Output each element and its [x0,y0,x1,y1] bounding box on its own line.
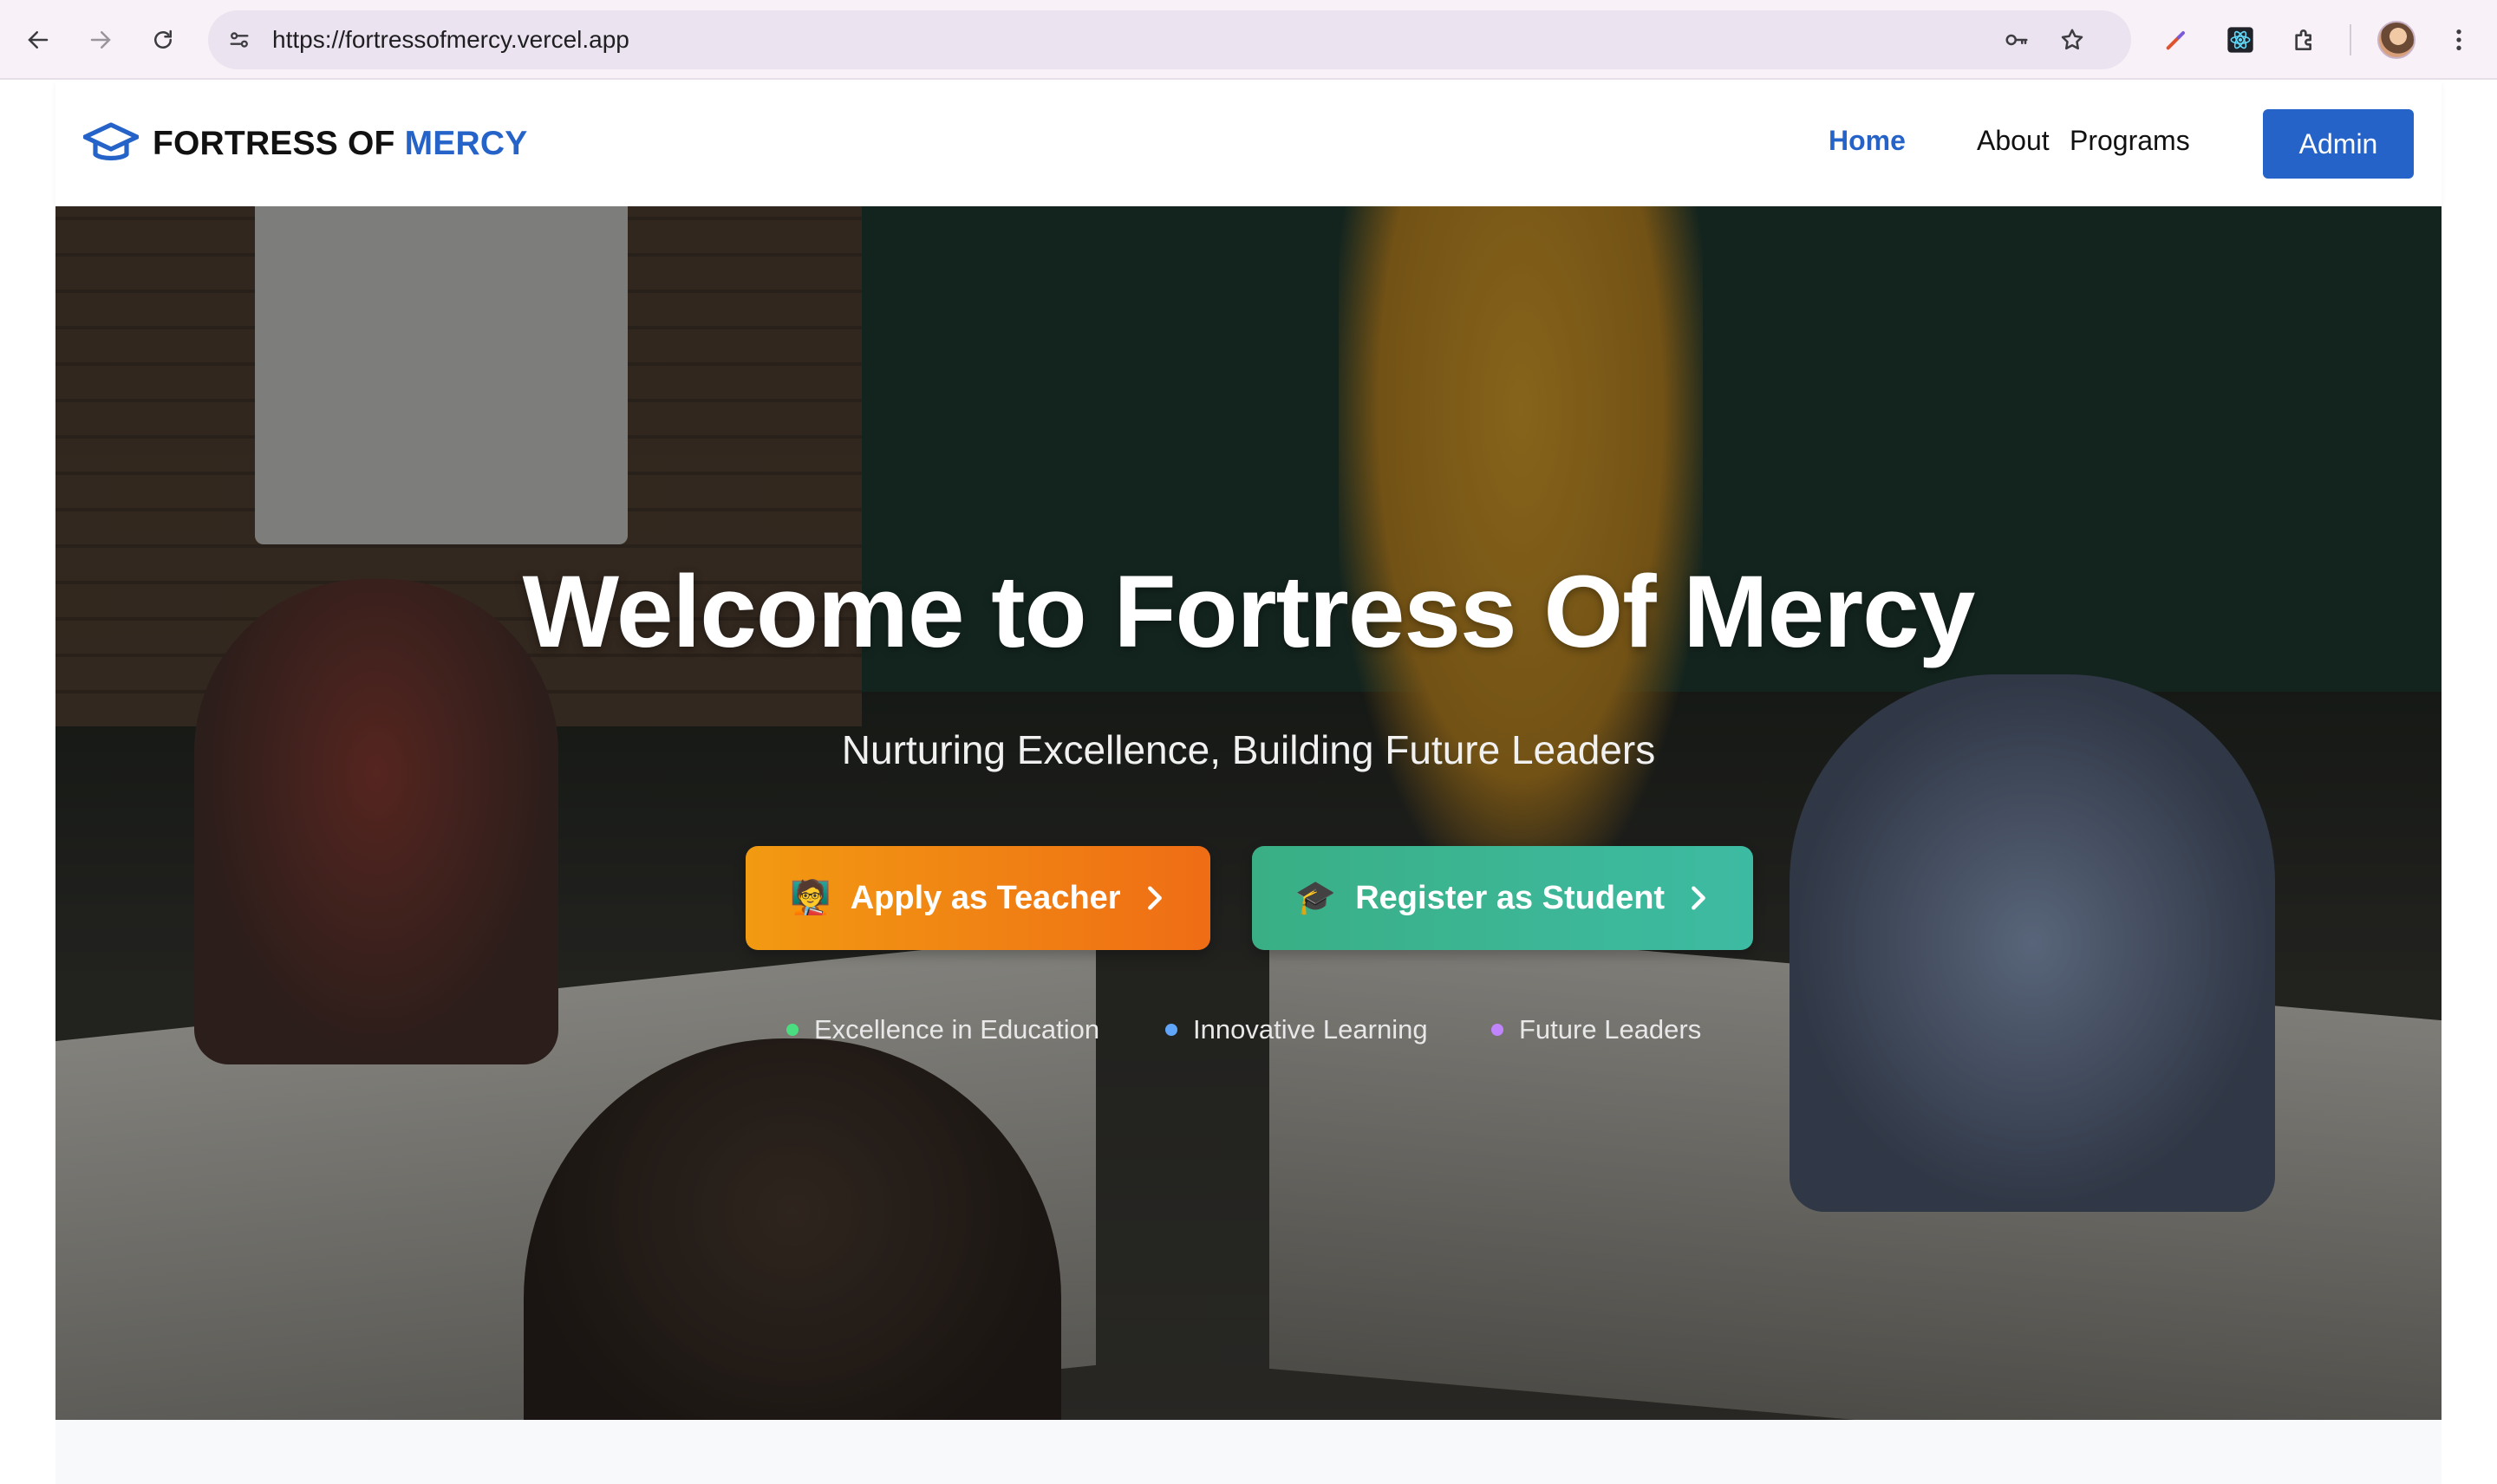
toolbar-divider [2350,24,2351,55]
browser-toolbar: https://fortressofmercy.vercel.app [0,0,2497,80]
forward-icon[interactable] [80,19,121,61]
feature-item: Future Leaders [1491,1004,1701,1056]
profile-avatar[interactable] [2377,21,2416,59]
brand-name: FORTRESS OF MERCY [153,125,527,163]
nav-programs[interactable]: Programs [2070,125,2190,157]
feature-label: Innovative Learning [1193,1014,1428,1045]
chevron-right-icon [1692,886,1705,910]
feature-dot [1491,1024,1503,1036]
url-text[interactable]: https://fortressofmercy.vercel.app [272,10,629,69]
nav-home[interactable]: Home [1829,125,1906,157]
more-icon[interactable] [2440,21,2478,59]
feature-item: Excellence in Education [786,1004,1099,1056]
address-bar[interactable]: https://fortressofmercy.vercel.app [208,10,2131,69]
hero-overlay [55,206,2442,1420]
register-student-button[interactable]: 🎓 Register as Student [1252,846,1753,950]
feature-label: Excellence in Education [814,1014,1100,1045]
reload-icon[interactable] [142,19,184,61]
chevron-right-icon [1147,886,1162,910]
page: FORTRESS OF MERCY Home About Programs Ad… [55,81,2442,1484]
apply-teacher-label: Apply as Teacher [850,879,1121,916]
back-icon[interactable] [17,19,59,61]
hero-title: Welcome to Fortress Of Mercy [522,555,1976,669]
feature-dot [1165,1024,1177,1036]
student-emoji-icon: 🎓 [1294,880,1337,916]
star-icon[interactable] [2055,23,2090,57]
graduation-cap-icon [83,122,139,161]
extensions-icon[interactable] [2285,21,2324,59]
hero-subtitle: Nurturing Excellence, Building Future Le… [841,727,1656,772]
brand-accent: MERCY [404,125,528,162]
apply-teacher-button[interactable]: 🧑‍🏫 Apply as Teacher [746,846,1210,950]
admin-button[interactable]: Admin [2263,109,2414,179]
hero-section: Welcome to Fortress Of Mercy Nurturing E… [55,206,2442,1420]
feature-dot [786,1024,799,1036]
feature-list: Excellence in Education Innovative Learn… [55,1004,2442,1056]
react-devtools-icon[interactable] [2221,21,2259,59]
key-icon[interactable] [1999,23,2034,57]
color-picker-extension-icon[interactable] [2157,21,2195,59]
brand-prefix: FORTRESS OF [153,125,395,162]
site-logo[interactable]: FORTRESS OF MERCY [83,118,527,170]
feature-item: Innovative Learning [1165,1004,1428,1056]
site-info-icon[interactable] [222,23,257,57]
site-header: FORTRESS OF MERCY Home About Programs Ad… [55,81,2442,206]
feature-label: Future Leaders [1519,1014,1702,1045]
register-student-label: Register as Student [1355,879,1666,916]
nav-about[interactable]: About [1977,125,2050,157]
teacher-emoji-icon: 🧑‍🏫 [790,880,831,916]
